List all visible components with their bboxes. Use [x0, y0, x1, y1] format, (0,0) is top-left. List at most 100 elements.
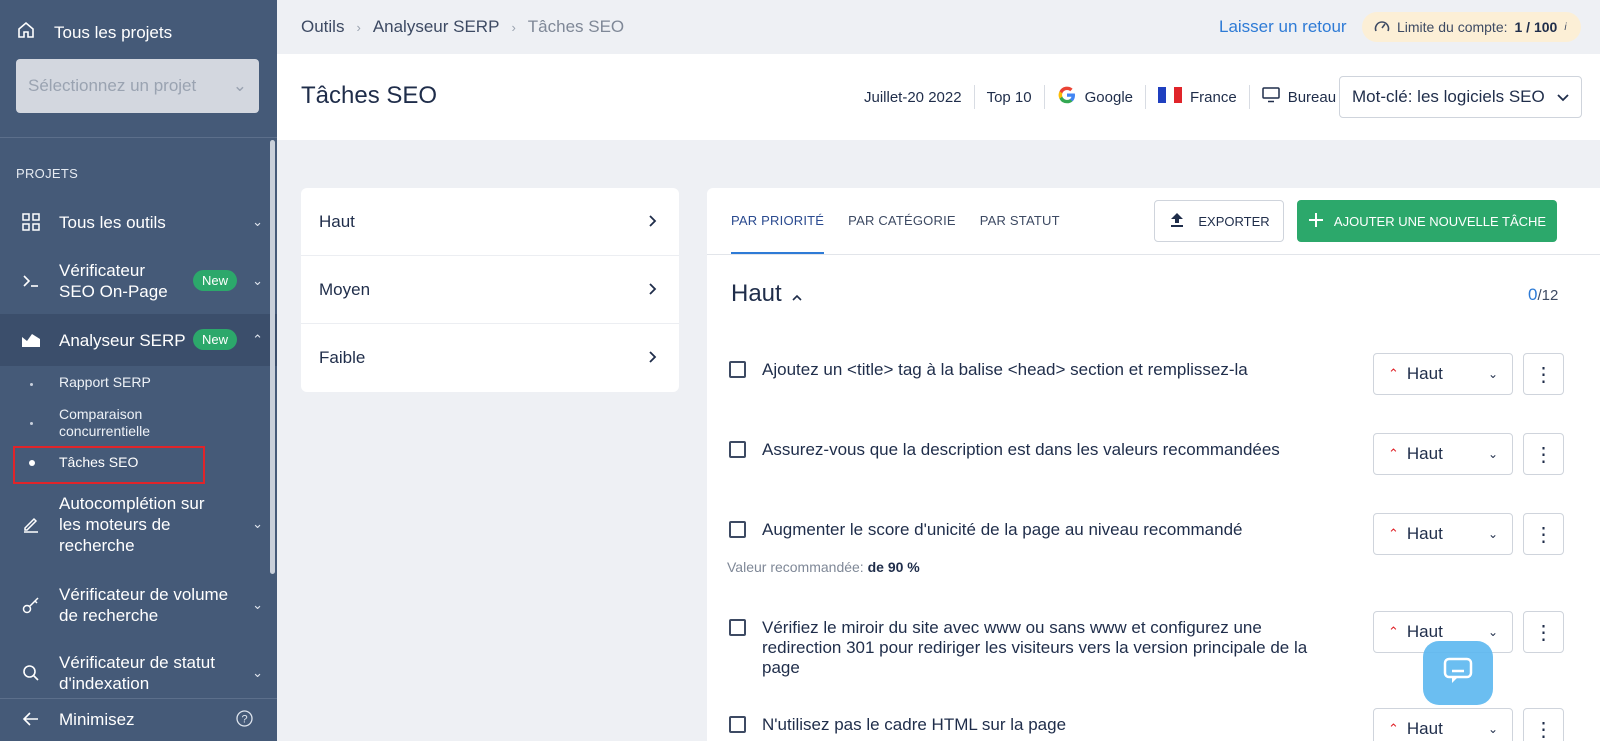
tab-by-priority[interactable]: PAR PRIORITÉ: [731, 188, 825, 254]
task-text: Vérifiez le miroir du site avec www ou s…: [762, 618, 1308, 677]
bullet-icon: [30, 422, 33, 425]
group-toggle-high[interactable]: Haut: [731, 280, 802, 308]
sidebar-item-label: Vérificateur de volume de recherche: [59, 585, 229, 625]
task-text: Assurez-vous que la description est dans…: [762, 440, 1280, 459]
pencil-icon: [20, 513, 42, 535]
sidebar-subitem-comparison[interactable]: Comparaison concurrentielle: [59, 406, 189, 440]
chevron-up-icon: [792, 280, 802, 308]
priority-select-value: Haut: [1406, 719, 1443, 738]
export-label: EXPORTER: [1198, 213, 1270, 229]
task-text: N'utilisez pas le cadre HTML sur la page: [762, 715, 1067, 734]
breadcrumb-serp-analyzer[interactable]: Analyseur SERP: [373, 17, 500, 37]
desktop-icon: [1261, 87, 1280, 107]
sidebar-subitem-serp-report[interactable]: Rapport SERP: [59, 374, 151, 391]
help-icon[interactable]: ?: [236, 710, 253, 732]
task-checkbox[interactable]: [729, 441, 746, 458]
group-title: Haut: [731, 280, 782, 307]
sidebar-item-onpage[interactable]: Vérificateur SEO On-Page New ⌄: [0, 260, 277, 302]
priority-label: Moyen: [319, 279, 371, 299]
all-projects-link[interactable]: Tous les projets: [16, 20, 172, 45]
priority-row-high[interactable]: Haut: [301, 188, 679, 256]
export-button[interactable]: EXPORTER: [1154, 200, 1284, 242]
france-flag-icon: [1158, 87, 1182, 107]
sidebar-item-label: Vérificateur SEO On-Page: [59, 261, 168, 301]
project-select-placeholder: Sélectionnez un projet: [28, 76, 197, 95]
priority-select[interactable]: ⌃ Haut ⌄: [1373, 708, 1513, 741]
minimize-sidebar-button[interactable]: Minimisez ?: [0, 698, 277, 741]
tab-by-category[interactable]: PAR CATÉGORIE: [848, 188, 956, 254]
country-value: France: [1190, 88, 1237, 106]
priority-row-medium[interactable]: Moyen: [301, 256, 679, 324]
add-task-label: AJOUTER UNE NOUVELLE TÂCHE: [1333, 213, 1547, 229]
meta-device: Bureau: [1250, 85, 1348, 109]
sidebar-item-index-status[interactable]: Vérificateur de statut d'indexation ⌄: [0, 652, 277, 694]
sidebar-item-serp-analyzer[interactable]: Analyseur SERP New ⌃: [0, 314, 277, 366]
minimize-label: Minimisez: [59, 710, 135, 729]
meta-top: Top 10: [975, 85, 1045, 109]
priority-label: Faible: [319, 348, 366, 367]
chat-button[interactable]: [1423, 641, 1493, 705]
keyword-select[interactable]: Mot-clé: les logiciels SEO: [1339, 76, 1582, 118]
kebab-icon: ⋮: [1533, 621, 1554, 644]
caret-up-icon: ⌃: [1388, 721, 1399, 736]
breadcrumb-tools[interactable]: Outils: [301, 17, 344, 37]
kebab-icon: ⋮: [1533, 363, 1554, 386]
more-options-button[interactable]: ⋮: [1523, 353, 1564, 395]
chevron-down-icon: ⌄: [1487, 447, 1498, 461]
priority-select[interactable]: ⌃ Haut ⌄: [1373, 513, 1513, 555]
device-value: Bureau: [1287, 88, 1337, 106]
chevron-down-icon: ⌄: [252, 665, 263, 680]
chevron-down-icon: ⌄: [232, 76, 247, 95]
task-checkbox[interactable]: [729, 619, 746, 636]
chevron-right-icon: [649, 280, 657, 300]
sidebar: Tous les projets Sélectionnez un projet …: [0, 0, 277, 741]
page-header: Tâches SEO Juillet-20 2022 Top 10 Google…: [277, 54, 1600, 140]
gauge-icon: [1374, 19, 1390, 36]
recommended-amount: de 90 %: [867, 559, 920, 575]
topbar: Outils › Analyseur SERP › Tâches SEO Lai…: [277, 0, 1600, 54]
google-icon: [1057, 85, 1077, 109]
chevron-down-icon: ⌄: [1487, 625, 1498, 639]
recommended-label: Valeur recommandée:: [727, 559, 864, 575]
task-checkbox[interactable]: [729, 521, 746, 538]
task-checkbox[interactable]: [729, 716, 746, 733]
breadcrumb-current: Tâches SEO: [527, 17, 625, 36]
account-limit-badge: Limite du compte: 1 / 100 i: [1362, 12, 1581, 42]
terminal-icon: [20, 270, 42, 292]
sidebar-scrollbar[interactable]: [270, 140, 275, 574]
more-options-button[interactable]: ⋮: [1523, 513, 1564, 555]
more-options-button[interactable]: ⋮: [1523, 708, 1564, 741]
info-icon[interactable]: i: [1564, 22, 1566, 33]
more-options-button[interactable]: ⋮: [1523, 433, 1564, 475]
home-icon: [16, 20, 36, 45]
feedback-link[interactable]: Laisser un retour: [1219, 17, 1347, 37]
sidebar-divider: [0, 137, 277, 138]
project-select[interactable]: Sélectionnez un projet ⌄: [16, 59, 259, 113]
caret-up-icon: ⌃: [1388, 446, 1399, 461]
new-badge: New: [193, 270, 238, 291]
chevron-down-icon: ⌄: [252, 516, 263, 531]
chevron-right-icon: ›: [356, 19, 361, 35]
task-checkbox[interactable]: [729, 361, 746, 378]
chart-area-icon: [20, 329, 42, 351]
tab-by-status[interactable]: PAR STATUT: [980, 188, 1060, 254]
sidebar-item-search-volume[interactable]: Vérificateur de volume de recherche ⌄: [0, 584, 277, 626]
chevron-down-icon: [1557, 87, 1569, 107]
report-meta: Juillet-20 2022 Top 10 Google France Bur…: [852, 82, 1348, 112]
meta-engine: Google: [1045, 85, 1146, 109]
page-title: Tâches SEO: [301, 82, 438, 109]
sidebar-item-all-tools[interactable]: Tous les outils ⌄: [0, 211, 277, 233]
more-options-button[interactable]: ⋮: [1523, 611, 1564, 653]
sidebar-section-label: PROJETS: [16, 166, 79, 181]
add-task-button[interactable]: AJOUTER UNE NOUVELLE TÂCHE: [1297, 200, 1557, 242]
priority-select[interactable]: ⌃ Haut ⌄: [1373, 433, 1513, 475]
grid-icon: [20, 211, 42, 233]
tabs-divider: [707, 254, 1600, 255]
upload-icon: [1168, 211, 1186, 232]
chevron-right-icon: [649, 212, 657, 232]
sidebar-item-autocomplete[interactable]: Autocomplétion sur les moteurs de recher…: [0, 492, 277, 556]
priority-select[interactable]: ⌃ Haut ⌄: [1373, 353, 1513, 395]
priority-select-value: Haut: [1406, 364, 1443, 383]
priority-row-low[interactable]: Faible: [301, 324, 679, 392]
chevron-down-icon: ⌄: [252, 273, 263, 288]
